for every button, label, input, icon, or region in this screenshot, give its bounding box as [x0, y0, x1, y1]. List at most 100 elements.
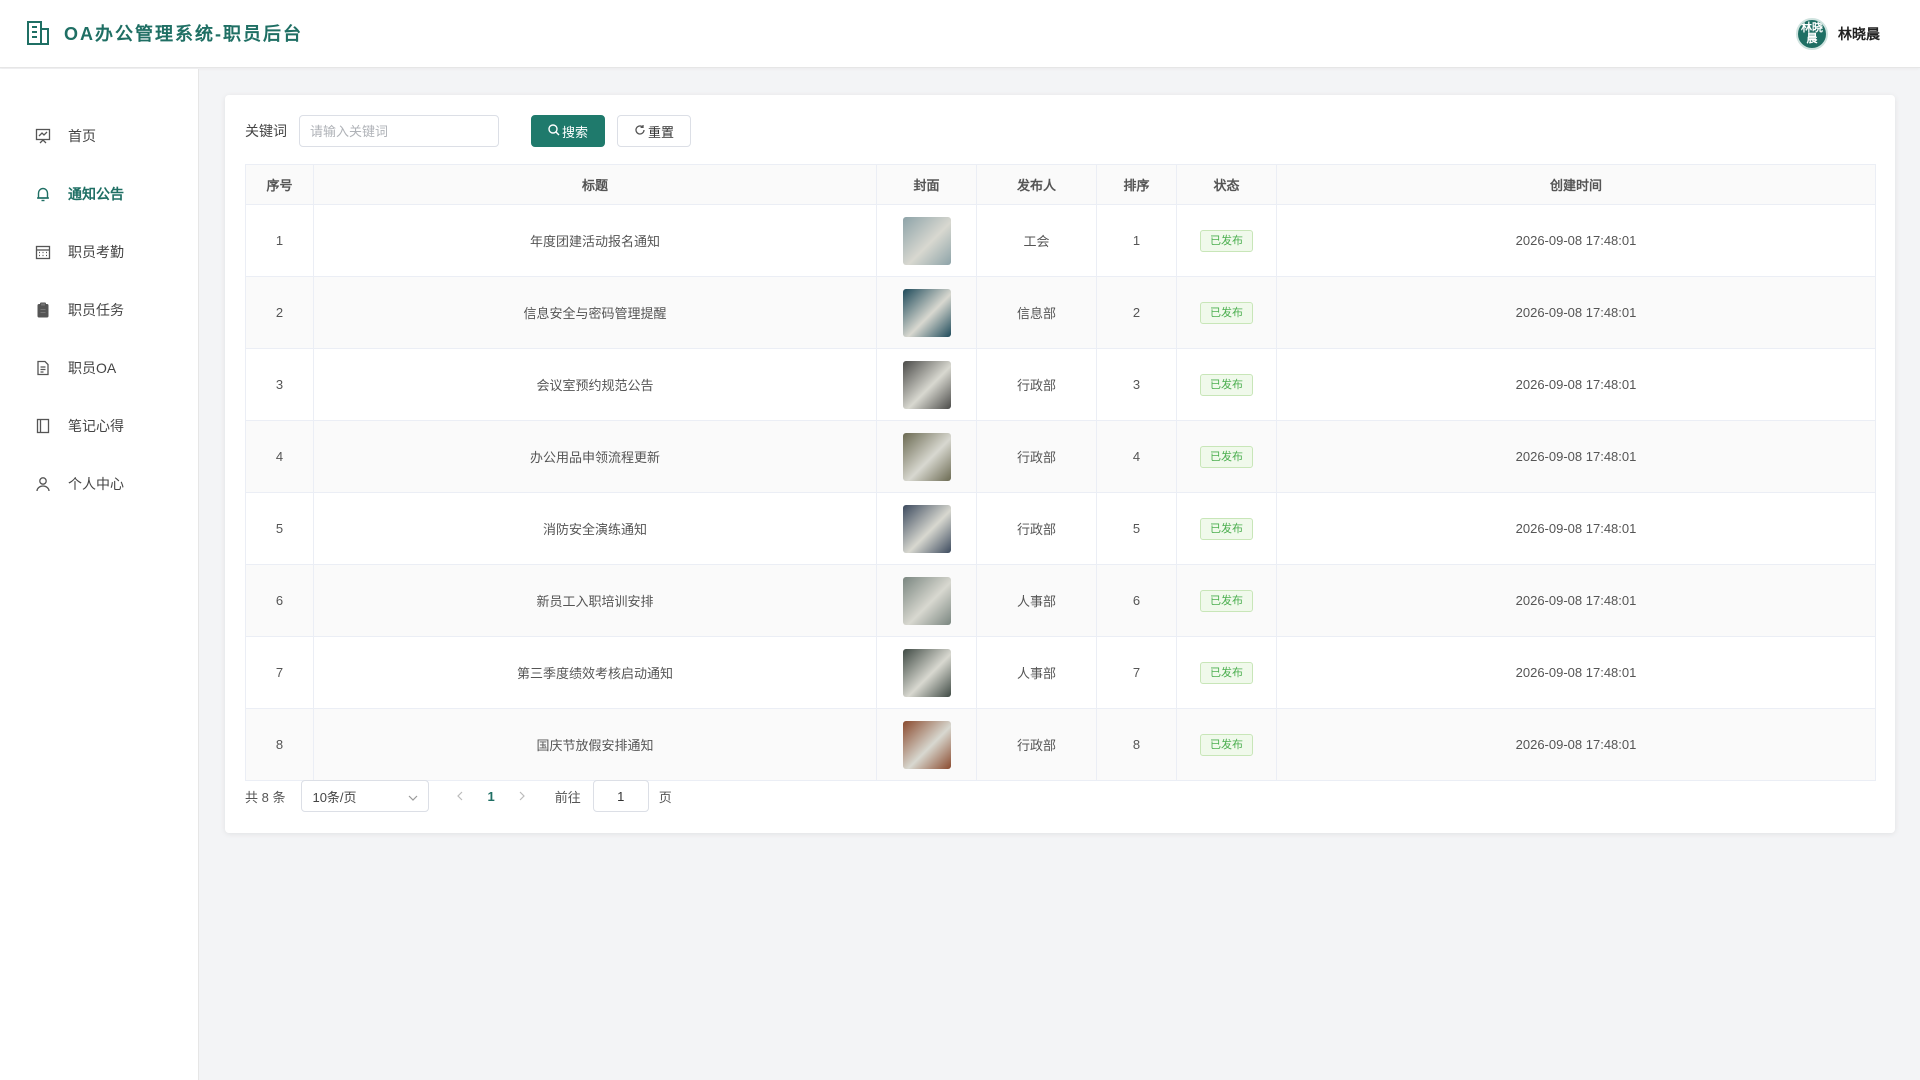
- document-icon: [34, 359, 52, 377]
- user-menu[interactable]: 林晓晨 林晓晨: [1796, 18, 1880, 50]
- sidebar-item-notes[interactable]: 笔记心得: [0, 406, 199, 446]
- cell-cover: [876, 204, 977, 277]
- status-badge: 已发布: [1200, 445, 1253, 468]
- cell-title: 新员工入职培训安排: [313, 564, 877, 637]
- cell-created: 2026-09-08 17:48:01: [1276, 636, 1876, 709]
- refresh-icon: [634, 124, 646, 139]
- status-badge: 已发布: [1200, 517, 1253, 540]
- cell-publisher: 行政部: [976, 420, 1097, 493]
- top-header: OA办公管理系统-职员后台 林晓晨 林晓晨: [0, 0, 1920, 68]
- chevron-right-icon: [519, 791, 525, 801]
- table-row[interactable]: 1 年度团建活动报名通知 工会 1 已发布 2026-09-08 17:48:0…: [245, 204, 1876, 277]
- cell-title: 会议室预约规范公告: [313, 348, 877, 421]
- cell-status: 已发布: [1176, 204, 1277, 277]
- cell-index: 6: [245, 564, 314, 637]
- table-row[interactable]: 8 国庆节放假安排通知 行政部 8 已发布 2026-09-08 17:48:0…: [245, 708, 1876, 781]
- cell-created: 2026-09-08 17:48:01: [1276, 492, 1876, 565]
- avatar[interactable]: 林晓晨: [1796, 18, 1828, 50]
- column-header-status: 状态: [1176, 164, 1277, 205]
- goto-label: 前往: [554, 789, 581, 805]
- sidebar-item-notices[interactable]: 通知公告: [0, 174, 199, 214]
- cell-order: 4: [1096, 420, 1177, 493]
- cell-publisher: 行政部: [976, 708, 1097, 781]
- cell-publisher: 工会: [976, 204, 1097, 277]
- status-badge: 已发布: [1200, 301, 1253, 324]
- reset-button[interactable]: 重置: [617, 115, 691, 147]
- sidebar-item-profile[interactable]: 个人中心: [0, 464, 199, 504]
- cell-cover: [876, 276, 977, 349]
- chevron-left-icon: [457, 791, 463, 801]
- cell-title: 第三季度绩效考核启动通知: [313, 636, 877, 709]
- cell-created: 2026-09-08 17:48:01: [1276, 708, 1876, 781]
- sidebar-item-label: 首页: [68, 128, 96, 144]
- building-icon: [26, 20, 50, 46]
- cover-image[interactable]: [902, 360, 951, 409]
- cell-cover: [876, 348, 977, 421]
- brand: OA办公管理系统-职员后台: [26, 20, 303, 46]
- table-row[interactable]: 7 第三季度绩效考核启动通知 人事部 7 已发布 2026-09-08 17:4…: [245, 636, 1876, 709]
- sidebar-item-attendance[interactable]: 职员考勤: [0, 232, 199, 272]
- keyword-label: 关键词: [245, 123, 287, 139]
- sidebar-item-label: 通知公告: [68, 186, 124, 202]
- reset-button-label: 重置: [647, 124, 674, 140]
- notice-list-card: 关键词 搜索 重置 序号 标题 封面 发布人: [225, 95, 1895, 833]
- cell-status: 已发布: [1176, 348, 1277, 421]
- user-name[interactable]: 林晓晨: [1838, 24, 1880, 44]
- cover-image[interactable]: [902, 216, 951, 265]
- app-title: OA办公管理系统-职员后台: [64, 24, 303, 44]
- total-count: 共 8 条: [245, 789, 286, 805]
- cell-order: 1: [1096, 204, 1177, 277]
- cover-image[interactable]: [902, 648, 951, 697]
- status-badge: 已发布: [1200, 733, 1253, 756]
- table-header-row: 序号 标题 封面 发布人 排序 状态 创建时间: [245, 164, 1876, 205]
- search-button[interactable]: 搜索: [531, 115, 605, 147]
- sidebar-item-label: 职员任务: [68, 302, 124, 318]
- cell-publisher: 信息部: [976, 276, 1097, 349]
- cell-index: 7: [245, 636, 314, 709]
- status-badge: 已发布: [1200, 661, 1253, 684]
- prev-page-button[interactable]: [457, 788, 463, 804]
- cell-order: 6: [1096, 564, 1177, 637]
- page-suffix: 页: [658, 789, 672, 805]
- cell-cover: [876, 492, 977, 565]
- cell-title: 信息安全与密码管理提醒: [313, 276, 877, 349]
- cell-index: 3: [245, 348, 314, 421]
- keyword-input[interactable]: [299, 115, 499, 147]
- cover-image[interactable]: [902, 288, 951, 337]
- sidebar-item-oa[interactable]: 职员OA: [0, 348, 199, 388]
- cover-image[interactable]: [902, 504, 951, 553]
- page-size-value: 10条/页: [312, 789, 357, 805]
- column-header-title: 标题: [313, 164, 877, 205]
- clipboard-icon: [34, 301, 52, 319]
- goto-page-input[interactable]: [592, 780, 649, 812]
- column-header-order: 排序: [1096, 164, 1177, 205]
- sidebar-item-home[interactable]: 首页: [0, 116, 199, 156]
- cell-order: 2: [1096, 276, 1177, 349]
- cell-index: 1: [245, 204, 314, 277]
- cell-status: 已发布: [1176, 420, 1277, 493]
- cell-index: 8: [245, 708, 314, 781]
- table-row[interactable]: 5 消防安全演练通知 行政部 5 已发布 2026-09-08 17:48:01: [245, 492, 1876, 565]
- cell-status: 已发布: [1176, 564, 1277, 637]
- next-page-button[interactable]: [519, 788, 525, 804]
- cover-image[interactable]: [902, 432, 951, 481]
- page-size-select[interactable]: 10条/页: [301, 780, 430, 812]
- sidebar-item-label: 笔记心得: [68, 418, 124, 434]
- sidebar-item-label: 职员OA: [68, 360, 117, 376]
- column-header-index: 序号: [245, 164, 314, 205]
- cell-created: 2026-09-08 17:48:01: [1276, 420, 1876, 493]
- page-number-current[interactable]: 1: [487, 789, 494, 804]
- sidebar-item-tasks[interactable]: 职员任务: [0, 290, 199, 330]
- table-row[interactable]: 2 信息安全与密码管理提醒 信息部 2 已发布 2026-09-08 17:48…: [245, 276, 1876, 349]
- table-row[interactable]: 6 新员工入职培训安排 人事部 6 已发布 2026-09-08 17:48:0…: [245, 564, 1876, 637]
- cell-title: 国庆节放假安排通知: [313, 708, 877, 781]
- cell-publisher: 人事部: [976, 636, 1097, 709]
- table-row[interactable]: 4 办公用品申领流程更新 行政部 4 已发布 2026-09-08 17:48:…: [245, 420, 1876, 493]
- cell-index: 5: [245, 492, 314, 565]
- cell-title: 办公用品申领流程更新: [313, 420, 877, 493]
- table-row[interactable]: 3 会议室预约规范公告 行政部 3 已发布 2026-09-08 17:48:0…: [245, 348, 1876, 421]
- cover-image[interactable]: [902, 576, 951, 625]
- cell-title: 年度团建活动报名通知: [313, 204, 877, 277]
- status-badge: 已发布: [1200, 373, 1253, 396]
- cover-image[interactable]: [902, 720, 951, 769]
